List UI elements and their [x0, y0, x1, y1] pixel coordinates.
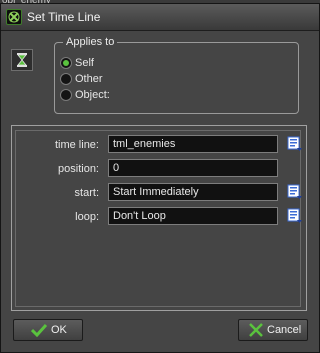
radio-other-indicator[interactable] [60, 73, 72, 85]
start-field[interactable]: Start Immediately [108, 183, 278, 201]
time-line-field[interactable]: tml_enemies [108, 135, 278, 153]
position-label: position: [58, 163, 99, 175]
timeline-hourglass-icon [11, 49, 33, 71]
time-line-label: time line: [54, 139, 99, 151]
start-picker-icon[interactable] [287, 184, 303, 200]
loop-label: loop: [75, 211, 99, 223]
checkmark-icon [30, 323, 48, 340]
title-bar[interactable]: Set Time Line [1, 4, 319, 31]
loop-field[interactable]: Don't Loop [108, 207, 278, 225]
applies-to-legend: Applies to [63, 36, 118, 48]
cancel-button[interactable]: Cancel [238, 319, 308, 341]
position-field[interactable]: 0 [108, 159, 278, 177]
window-title: Set Time Line [27, 10, 101, 24]
cancel-x-icon [248, 323, 264, 340]
start-label: start: [74, 187, 99, 199]
loop-picker-icon[interactable] [287, 208, 303, 224]
radio-other-label[interactable]: Other [75, 73, 103, 85]
radio-object-indicator[interactable] [60, 89, 72, 101]
radio-object-label[interactable]: Object: [75, 89, 110, 101]
ok-button-label: OK [51, 324, 67, 336]
radio-self-indicator[interactable] [60, 57, 72, 69]
time-line-picker-icon[interactable] [287, 136, 303, 152]
cancel-button-label: Cancel [267, 324, 302, 336]
ok-button[interactable]: OK [13, 319, 83, 341]
radio-self-label[interactable]: Self [75, 57, 94, 69]
app-icon [6, 9, 22, 25]
